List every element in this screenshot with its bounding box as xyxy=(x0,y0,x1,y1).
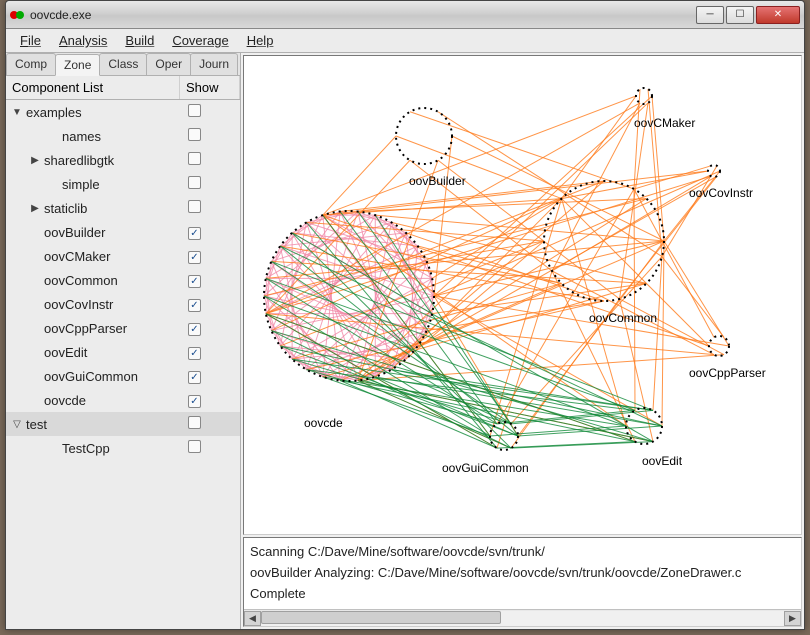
log-panel[interactable]: Scanning C:/Dave/Mine/software/oovcde/sv… xyxy=(243,537,802,627)
tree-row[interactable]: oovGuiCommon ✓ xyxy=(6,364,240,388)
show-checkbox[interactable] xyxy=(188,152,201,165)
tree-row[interactable]: oovcde ✓ xyxy=(6,388,240,412)
node-label: oovcde xyxy=(304,416,343,430)
node-label: oovCovInstr xyxy=(689,186,753,200)
tree-row[interactable]: oovCommon ✓ xyxy=(6,268,240,292)
main-content: Comp Zone Class Oper Journ Component Lis… xyxy=(6,53,804,629)
scroll-left-icon[interactable]: ◀ xyxy=(244,611,261,626)
tree-item-label: examples xyxy=(24,105,180,120)
col-header-name[interactable]: Component List xyxy=(6,76,180,99)
show-checkbox[interactable]: ✓ xyxy=(188,227,201,240)
col-header-show[interactable]: Show xyxy=(180,76,240,99)
show-checkbox[interactable] xyxy=(188,440,201,453)
app-window: oovcde.exe ─ ☐ ✕ File Analysis Build Cov… xyxy=(5,0,805,630)
node-label: oovCppParser xyxy=(689,366,766,380)
scroll-track[interactable] xyxy=(261,611,784,626)
tab-zone[interactable]: Zone xyxy=(55,54,100,76)
show-checkbox[interactable]: ✓ xyxy=(188,299,201,312)
log-line: Complete xyxy=(250,584,795,605)
maximize-button[interactable]: ☐ xyxy=(726,6,754,24)
show-checkbox[interactable] xyxy=(188,128,201,141)
tree-header: Component List Show xyxy=(6,76,240,100)
titlebar[interactable]: oovcde.exe ─ ☐ ✕ xyxy=(6,1,804,29)
show-checkbox[interactable]: ✓ xyxy=(188,251,201,264)
tab-journ[interactable]: Journ xyxy=(190,53,238,75)
tree-row[interactable]: TestCpp xyxy=(6,436,240,460)
tab-strip: Comp Zone Class Oper Journ xyxy=(6,53,240,76)
scroll-right-icon[interactable]: ▶ xyxy=(784,611,801,626)
window-controls: ─ ☐ ✕ xyxy=(696,6,800,24)
window-title: oovcde.exe xyxy=(30,8,696,22)
show-checkbox[interactable] xyxy=(188,104,201,117)
node-label: oovCMaker xyxy=(634,116,695,130)
tab-class[interactable]: Class xyxy=(99,53,147,75)
tree-row[interactable]: ▶sharedlibgtk xyxy=(6,148,240,172)
app-icon xyxy=(10,7,26,23)
expand-icon[interactable]: ▼ xyxy=(10,107,24,118)
left-panel: Comp Zone Class Oper Journ Component Lis… xyxy=(6,53,241,629)
tree-item-label: oovGuiCommon xyxy=(42,369,180,384)
show-checkbox[interactable]: ✓ xyxy=(188,275,201,288)
zone-graph-canvas[interactable]: oovBuilder oovCMaker oovCovInstr oovCommon o… xyxy=(243,55,802,535)
menu-file[interactable]: File xyxy=(12,31,49,50)
log-line: oovBuilder Analyzing: C:/Dave/Mine/softw… xyxy=(250,563,795,584)
expand-icon[interactable]: ▶ xyxy=(28,155,42,166)
tree-item-label: oovBuilder xyxy=(42,225,180,240)
tree-item-label: oovEdit xyxy=(42,345,180,360)
tab-comp[interactable]: Comp xyxy=(6,53,56,75)
show-checkbox[interactable]: ✓ xyxy=(188,347,201,360)
node-label: oovEdit xyxy=(642,454,682,468)
tree-row[interactable]: ▼examples xyxy=(6,100,240,124)
tree-row[interactable]: oovEdit ✓ xyxy=(6,340,240,364)
component-tree[interactable]: ▼examplesnames▶sharedlibgtksimple▶static… xyxy=(6,100,240,629)
tree-row[interactable]: ▶staticlib xyxy=(6,196,240,220)
tree-item-label: simple xyxy=(60,177,180,192)
tab-oper[interactable]: Oper xyxy=(146,53,191,75)
tree-item-label: test xyxy=(24,417,180,432)
tree-row[interactable]: ▽test xyxy=(6,412,240,436)
menu-analysis[interactable]: Analysis xyxy=(51,31,115,50)
scroll-thumb[interactable] xyxy=(261,611,501,624)
tree-item-label: oovCommon xyxy=(42,273,180,288)
show-checkbox[interactable] xyxy=(188,416,201,429)
minimize-button[interactable]: ─ xyxy=(696,6,724,24)
tree-item-label: oovcde xyxy=(42,393,180,408)
tree-item-label: oovCppParser xyxy=(42,321,180,336)
tree-row[interactable]: simple xyxy=(6,172,240,196)
tree-row[interactable]: oovCMaker ✓ xyxy=(6,244,240,268)
menu-build[interactable]: Build xyxy=(117,31,162,50)
right-column: oovBuilder oovCMaker oovCovInstr oovCommon o… xyxy=(241,53,804,629)
tree-item-label: oovCMaker xyxy=(42,249,180,264)
menu-coverage[interactable]: Coverage xyxy=(164,31,236,50)
log-hscrollbar[interactable]: ◀ ▶ xyxy=(244,609,801,626)
show-checkbox[interactable]: ✓ xyxy=(188,395,201,408)
node-label: oovCommon xyxy=(589,311,657,325)
log-line: Scanning C:/Dave/Mine/software/oovcde/sv… xyxy=(250,542,795,563)
node-label: oovGuiCommon xyxy=(442,461,529,475)
menubar: File Analysis Build Coverage Help xyxy=(6,29,804,53)
show-checkbox[interactable]: ✓ xyxy=(188,371,201,384)
node-label: oovBuilder xyxy=(409,174,466,188)
tree-item-label: sharedlibgtk xyxy=(42,153,180,168)
show-checkbox[interactable]: ✓ xyxy=(188,323,201,336)
close-button[interactable]: ✕ xyxy=(756,6,800,24)
tree-item-label: staticlib xyxy=(42,201,180,216)
menu-help[interactable]: Help xyxy=(239,31,282,50)
tree-row[interactable]: names xyxy=(6,124,240,148)
expand-icon[interactable]: ▽ xyxy=(10,419,24,430)
tree-item-label: oovCovInstr xyxy=(42,297,180,312)
show-checkbox[interactable] xyxy=(188,200,201,213)
tree-item-label: names xyxy=(60,129,180,144)
tree-row[interactable]: oovBuilder ✓ xyxy=(6,220,240,244)
tree-item-label: TestCpp xyxy=(60,441,180,456)
tree-row[interactable]: oovCovInstr ✓ xyxy=(6,292,240,316)
show-checkbox[interactable] xyxy=(188,176,201,189)
tree-row[interactable]: oovCppParser ✓ xyxy=(6,316,240,340)
expand-icon[interactable]: ▶ xyxy=(28,203,42,214)
